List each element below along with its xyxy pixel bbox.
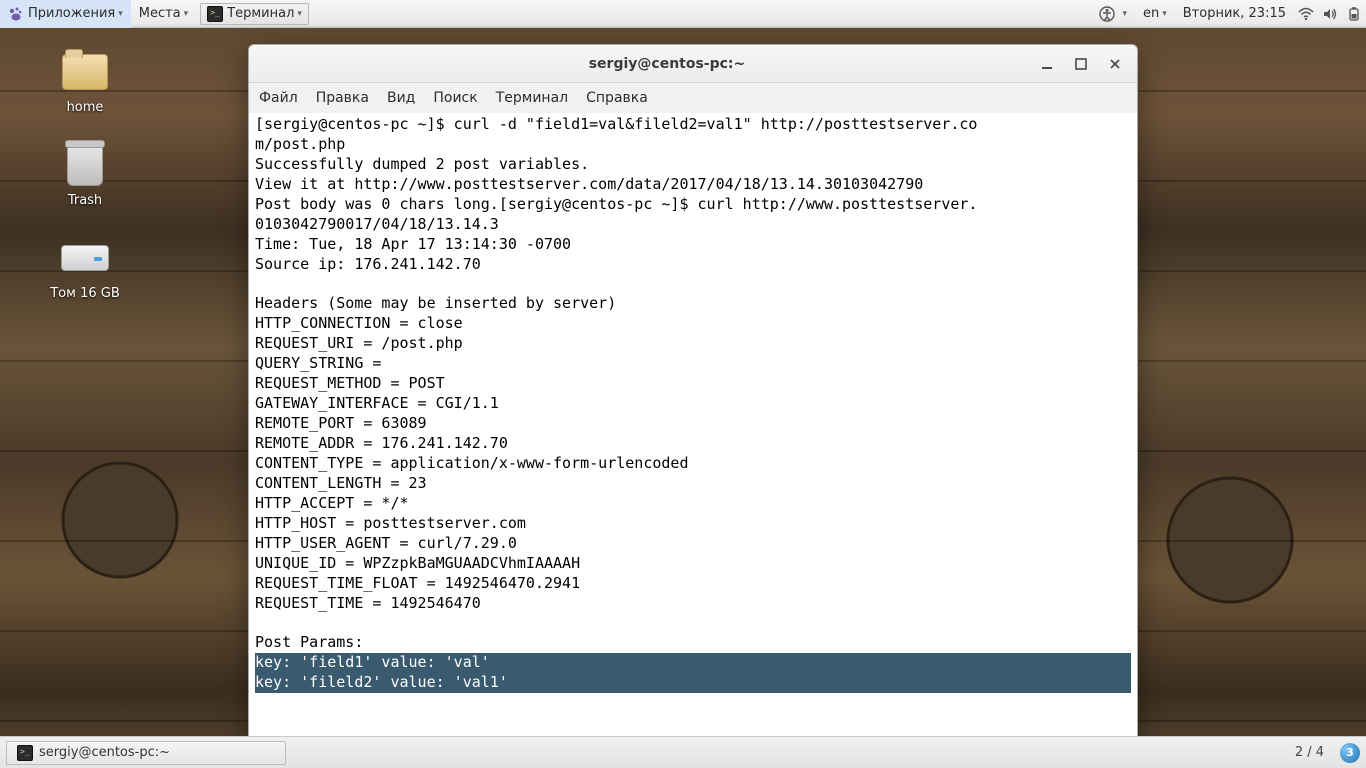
terminal-window: sergiy@centos-pc:~ Файл Правка Вид Поиск… [248, 44, 1138, 744]
menu-help[interactable]: Справка [586, 90, 648, 106]
gnome-foot-icon [8, 6, 24, 22]
workspace-badge[interactable]: 3 [1340, 743, 1360, 763]
menu-terminal[interactable]: Терминал [496, 90, 568, 106]
close-button[interactable] [1107, 56, 1123, 72]
terminal-icon [17, 745, 33, 761]
terminal-output[interactable]: [sergiy@centos-pc ~]$ curl -d "field1=va… [249, 113, 1137, 743]
workspace-indicator[interactable]: 2 / 4 [1295, 745, 1324, 760]
caret-down-icon: ▾ [118, 9, 123, 19]
battery-indicator[interactable] [1342, 0, 1366, 28]
caret-down-icon: ▾ [1122, 9, 1127, 19]
menu-view[interactable]: Вид [387, 90, 415, 106]
network-indicator[interactable] [1294, 0, 1318, 28]
icon-label: Trash [68, 193, 102, 208]
accessibility-menu[interactable]: ▾ [1091, 0, 1135, 28]
places-menu[interactable]: Места ▾ [131, 0, 196, 28]
applications-menu[interactable]: Приложения ▾ [0, 0, 131, 28]
caret-down-icon: ▾ [1162, 9, 1167, 19]
desktop-icon-home[interactable]: home [30, 48, 140, 115]
caret-down-icon: ▾ [184, 9, 189, 19]
window-title: sergiy@centos-pc:~ [309, 56, 1025, 72]
menu-file[interactable]: Файл [259, 90, 298, 106]
trash-icon [61, 141, 109, 189]
icon-label: Том 16 GB [50, 286, 120, 301]
menu-search[interactable]: Поиск [433, 90, 477, 106]
minimize-button[interactable] [1039, 56, 1055, 72]
places-label: Места [139, 6, 181, 21]
top-panel: Приложения ▾ Места ▾ Терминал ▾ ▾ en ▾ В… [0, 0, 1366, 28]
caret-down-icon: ▾ [297, 9, 302, 19]
taskbar-app-terminal[interactable]: sergiy@centos-pc:~ [6, 741, 286, 765]
volume-indicator[interactable] [1318, 0, 1342, 28]
terminal-icon [207, 6, 223, 22]
drive-icon [61, 234, 109, 282]
window-menubar: Файл Правка Вид Поиск Терминал Справка [249, 83, 1137, 113]
menu-edit[interactable]: Правка [316, 90, 369, 106]
panel-window-label: Терминал [227, 6, 294, 21]
taskbar-app-label: sergiy@centos-pc:~ [39, 745, 170, 760]
clock[interactable]: Вторник, 23:15 [1175, 0, 1294, 28]
maximize-button[interactable] [1073, 56, 1089, 72]
panel-window-button-terminal[interactable]: Терминал ▾ [200, 3, 309, 25]
desktop-icon-trash[interactable]: Trash [30, 141, 140, 208]
datetime-label: Вторник, 23:15 [1183, 6, 1286, 21]
bottom-panel: sergiy@centos-pc:~ 2 / 4 3 [0, 736, 1366, 768]
desktop-icon-area: home Trash Том 16 GB [30, 48, 140, 327]
desktop-icon-volume[interactable]: Том 16 GB [30, 234, 140, 301]
applications-label: Приложения [28, 6, 115, 21]
icon-label: home [67, 100, 104, 115]
lang-label: en [1143, 6, 1159, 21]
keyboard-layout[interactable]: en ▾ [1135, 0, 1175, 28]
window-titlebar[interactable]: sergiy@centos-pc:~ [249, 45, 1137, 83]
accessibility-icon [1099, 6, 1115, 22]
folder-icon [61, 48, 109, 96]
